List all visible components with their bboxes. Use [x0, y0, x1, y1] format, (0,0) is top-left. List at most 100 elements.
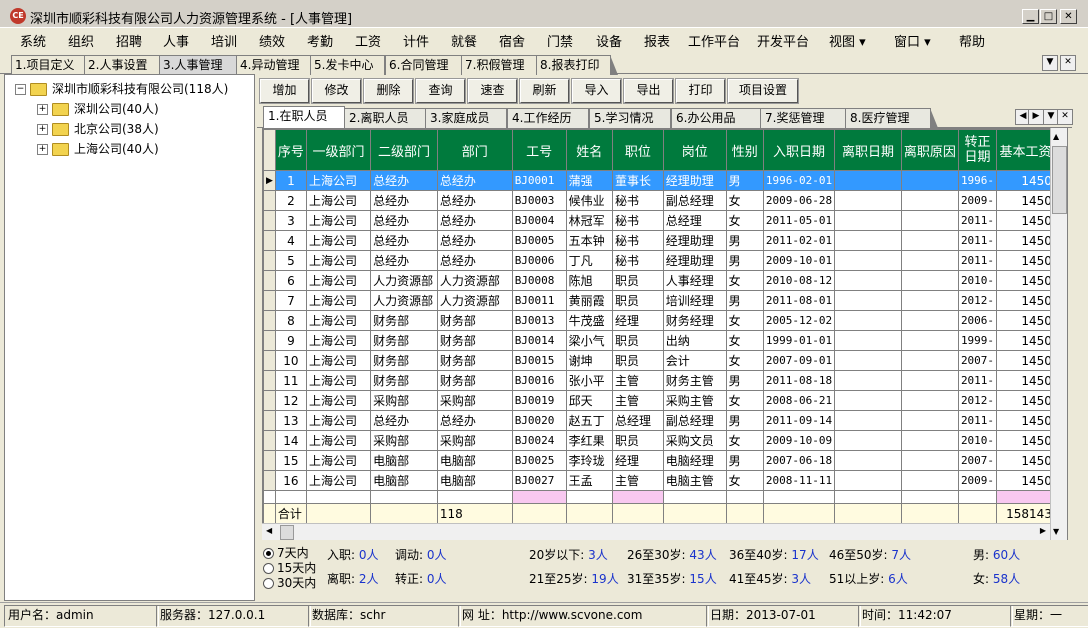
table-cell[interactable]: 职员 [611, 350, 664, 371]
menu-training[interactable]: 培训 [211, 31, 237, 50]
table-cell[interactable]: 1999- [957, 330, 998, 351]
table-cell[interactable]: BJ0005 [511, 230, 567, 251]
menu-view[interactable]: 视图 ▾ [829, 31, 866, 50]
table-cell[interactable]: 财务部 [370, 370, 438, 391]
table-cell[interactable]: 总经办 [370, 190, 438, 211]
table-cell[interactable]: 黄丽霞 [565, 290, 613, 311]
table-cell[interactable]: 培训经理 [662, 290, 727, 311]
table-cell[interactable]: 主管 [611, 470, 664, 491]
table-cell[interactable]: 人力资源部 [370, 290, 438, 311]
table-cell[interactable]: 2012- [957, 290, 998, 311]
table-cell[interactable] [834, 390, 902, 411]
tab-work-history[interactable]: 4.工作经历 [507, 108, 596, 128]
table-cell[interactable] [900, 170, 959, 191]
menu-attendance[interactable]: 考勤 [307, 31, 333, 50]
row-indicator[interactable] [263, 370, 276, 391]
row-indicator[interactable] [263, 250, 276, 271]
table-cell[interactable]: 上海公司 [305, 450, 372, 471]
table-cell[interactable]: 2011- [957, 250, 998, 271]
table-cell[interactable]: BJ0003 [511, 190, 567, 211]
table-cell[interactable] [900, 270, 959, 291]
table-cell[interactable]: 2007- [957, 450, 998, 471]
table-cell[interactable]: 2011-09-14 [762, 410, 836, 431]
menu-performance[interactable]: 绩效 [259, 31, 285, 50]
maximize-icon[interactable]: □ [1040, 9, 1057, 24]
table-cell[interactable]: 1450 [996, 290, 1055, 311]
table-cell[interactable] [900, 210, 959, 231]
table-cell[interactable]: 人力资源部 [436, 290, 513, 311]
table-cell[interactable]: 蒲强 [565, 170, 613, 191]
table-cell[interactable]: 总经办 [370, 210, 438, 231]
minimize-icon[interactable]: ▁ [1022, 9, 1039, 24]
table-cell[interactable]: 男 [725, 230, 764, 251]
table-cell[interactable]: 女 [725, 470, 764, 491]
table-cell[interactable]: 1450 [996, 310, 1055, 331]
table-cell[interactable]: 1450 [996, 330, 1055, 351]
table-cell[interactable]: 2010- [957, 270, 998, 291]
table-cell[interactable]: 2005-12-02 [762, 310, 836, 331]
table-cell[interactable]: 李玲珑 [565, 450, 613, 471]
table-cell[interactable] [834, 270, 902, 291]
table-cell[interactable]: 财务经理 [662, 310, 727, 331]
table-cell[interactable]: 总经办 [436, 230, 513, 251]
menu-help[interactable]: 帮助 [959, 31, 985, 50]
table-cell[interactable]: 2010-08-12 [762, 270, 836, 291]
column-header[interactable]: 转正日期 [957, 129, 998, 171]
table-cell[interactable]: 男 [725, 450, 764, 471]
table-cell[interactable]: 女 [725, 330, 764, 351]
table-cell[interactable]: BJ0024 [511, 430, 567, 451]
table-cell[interactable]: 8 [274, 310, 307, 331]
table-row[interactable]: 4 上海公司 总经办 总经办 BJ0005 五本钟 秘书 经理助理男 2011-02-01 201… [263, 230, 1067, 251]
table-cell[interactable]: 赵五丁 [565, 410, 613, 431]
table-cell[interactable] [900, 410, 959, 431]
tree-node-beijing[interactable]: + 北京公司(38人) [37, 120, 159, 137]
table-cell[interactable] [834, 370, 902, 391]
menu-org[interactable]: 组织 [68, 31, 94, 50]
table-cell[interactable]: 2006- [957, 310, 998, 331]
table-cell[interactable]: 董事长 [611, 170, 664, 191]
table-cell[interactable]: 2011- [957, 210, 998, 231]
table-cell[interactable] [834, 170, 902, 191]
table-cell[interactable]: 电脑主管 [662, 470, 727, 491]
column-header[interactable]: 离职原因 [900, 129, 959, 171]
column-header[interactable]: 性别 [725, 129, 764, 171]
table-cell[interactable]: 2009-10-01 [762, 250, 836, 271]
table-cell[interactable]: BJ0020 [511, 410, 567, 431]
scroll-down-icon[interactable]: ▼ [1053, 527, 1059, 536]
table-row[interactable]: 16 上海公司 电脑部 电脑部 BJ0027 王孟 主管 电脑主管女 2008-11-11 200… [263, 470, 1067, 491]
table-cell[interactable]: 上海公司 [305, 170, 372, 191]
collapse-icon[interactable]: − [15, 84, 26, 95]
table-cell[interactable]: 职员 [611, 290, 664, 311]
project-settings-button[interactable]: 项目设置 [727, 78, 799, 104]
tab-resigned-staff[interactable]: 2.离职人员 [344, 108, 433, 128]
subtab-close-icon[interactable]: ✕ [1057, 109, 1073, 125]
column-header[interactable]: 序号 [274, 129, 307, 171]
table-cell[interactable]: 1999-01-01 [762, 330, 836, 351]
row-indicator[interactable] [263, 230, 276, 251]
table-cell[interactable]: 12 [274, 390, 307, 411]
table-cell[interactable]: 财务部 [436, 310, 513, 331]
table-cell[interactable]: 总经办 [436, 410, 513, 431]
table-cell[interactable]: 女 [725, 210, 764, 231]
table-cell[interactable]: 财务部 [370, 330, 438, 351]
table-row[interactable]: 10 上海公司 财务部 财务部 BJ0015 谢坤 职员 会计女 2007-09-01 2007-… [263, 350, 1067, 371]
table-cell[interactable]: 14 [274, 430, 307, 451]
column-header[interactable]: 离职日期 [834, 129, 902, 171]
table-cell[interactable]: BJ0016 [511, 370, 567, 391]
table-cell[interactable]: 2011-05-01 [762, 210, 836, 231]
table-cell[interactable] [900, 230, 959, 251]
table-cell[interactable]: 职员 [611, 330, 664, 351]
table-cell[interactable]: 2008-11-11 [762, 470, 836, 491]
table-cell[interactable]: 财务部 [436, 350, 513, 371]
table-cell[interactable]: 总经办 [370, 410, 438, 431]
table-cell[interactable]: BJ0008 [511, 270, 567, 291]
row-indicator[interactable] [263, 310, 276, 331]
table-cell[interactable]: 1 [274, 170, 307, 191]
table-cell[interactable]: 2009-10-09 [762, 430, 836, 451]
radio-icon[interactable] [263, 578, 274, 589]
row-indicator[interactable] [263, 190, 276, 211]
table-cell[interactable]: 采购主管 [662, 390, 727, 411]
table-cell[interactable]: 上海公司 [305, 230, 372, 251]
scroll-left-small-icon[interactable]: ◀ [266, 526, 272, 535]
hscroll-thumb[interactable] [280, 525, 294, 540]
